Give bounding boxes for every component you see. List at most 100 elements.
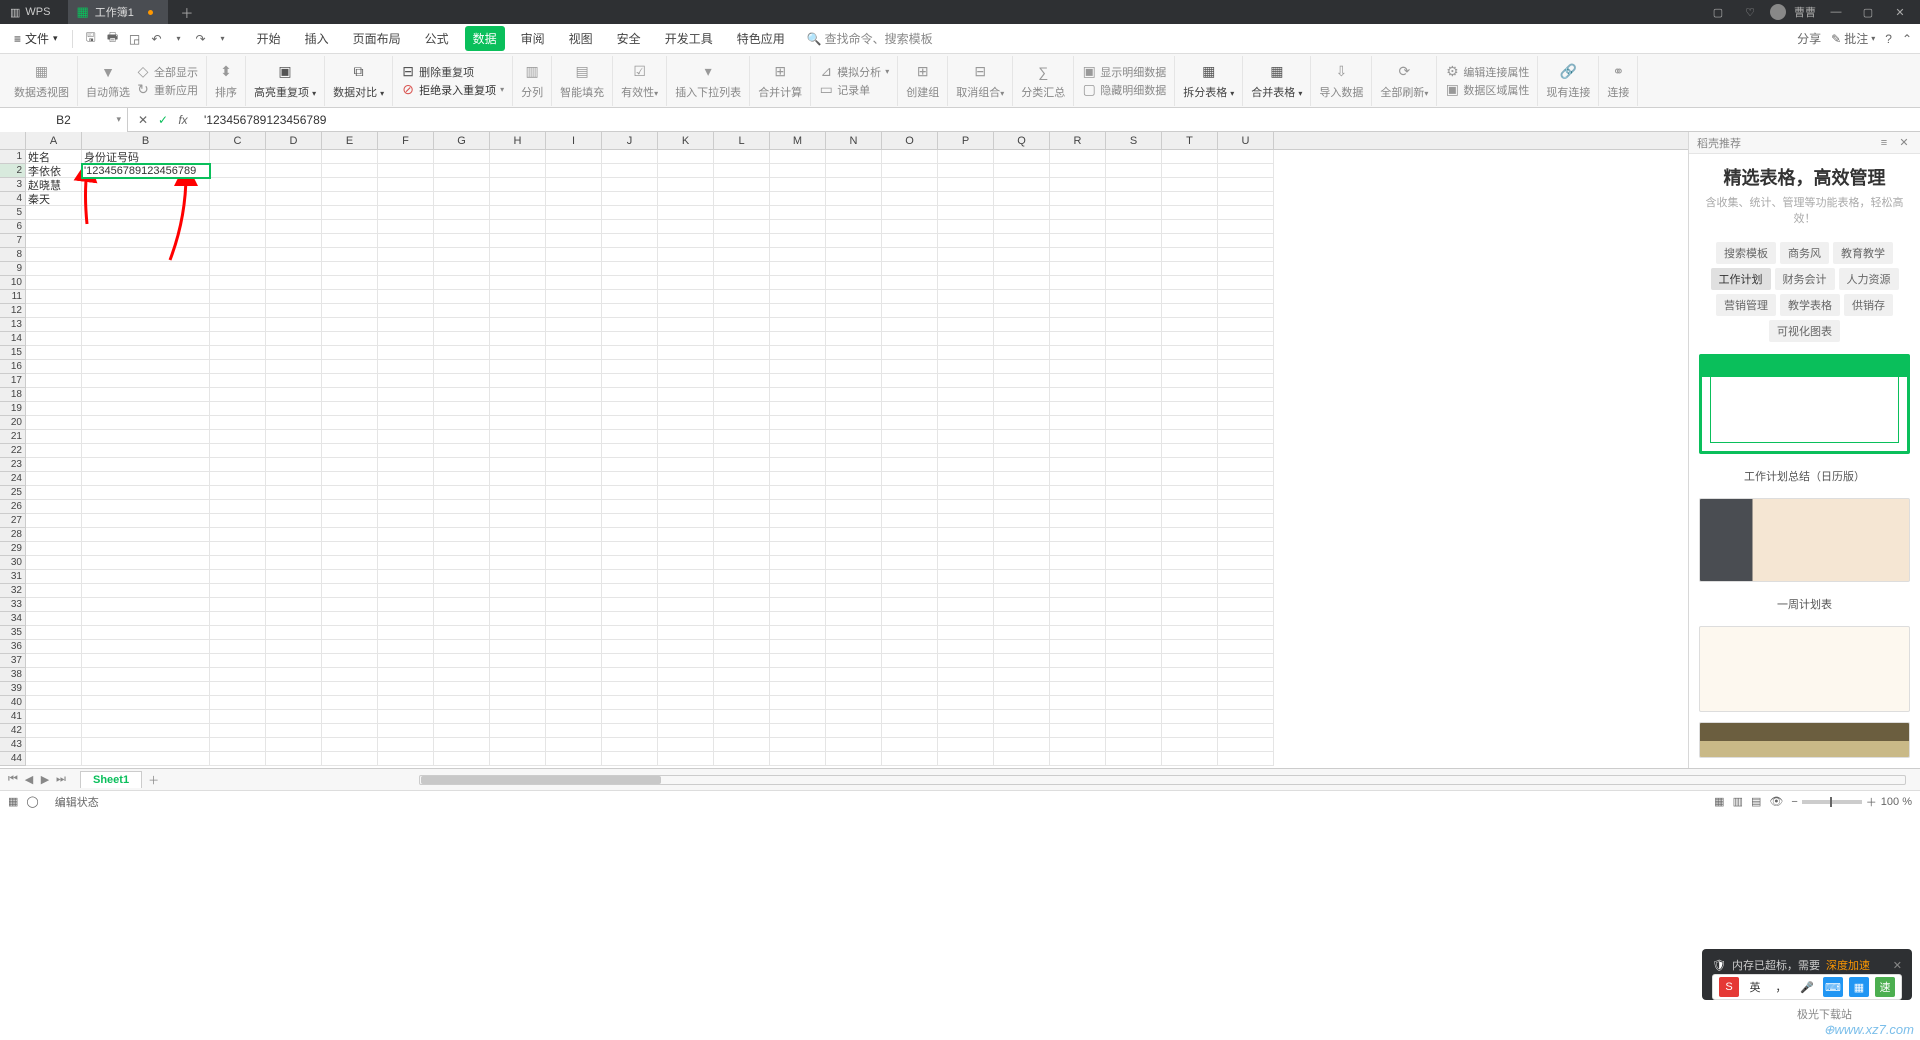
cell-C18[interactable] bbox=[210, 388, 266, 402]
scroll-thumb[interactable] bbox=[421, 776, 661, 784]
cell-E29[interactable] bbox=[322, 542, 378, 556]
cell-O1[interactable] bbox=[882, 150, 938, 164]
cell-F25[interactable] bbox=[378, 486, 434, 500]
cell-S26[interactable] bbox=[1106, 500, 1162, 514]
cell-I43[interactable] bbox=[546, 738, 602, 752]
cell-E39[interactable] bbox=[322, 682, 378, 696]
cell-L20[interactable] bbox=[714, 416, 770, 430]
cell-N14[interactable] bbox=[826, 332, 882, 346]
cell-E11[interactable] bbox=[322, 290, 378, 304]
cell-U17[interactable] bbox=[1218, 374, 1274, 388]
category-6[interactable]: 营销管理 bbox=[1716, 294, 1776, 316]
cell-T17[interactable] bbox=[1162, 374, 1218, 388]
cell-T24[interactable] bbox=[1162, 472, 1218, 486]
cell-K6[interactable] bbox=[658, 220, 714, 234]
cell-F23[interactable] bbox=[378, 458, 434, 472]
cell-C35[interactable] bbox=[210, 626, 266, 640]
cell-U9[interactable] bbox=[1218, 262, 1274, 276]
cell-L19[interactable] bbox=[714, 402, 770, 416]
cell-G28[interactable] bbox=[434, 528, 490, 542]
cell-H21[interactable] bbox=[490, 430, 546, 444]
tab-data[interactable]: 数据 bbox=[465, 26, 505, 51]
cell-C31[interactable] bbox=[210, 570, 266, 584]
cell-E18[interactable] bbox=[322, 388, 378, 402]
cell-J30[interactable] bbox=[602, 556, 658, 570]
cell-G26[interactable] bbox=[434, 500, 490, 514]
cell-C2[interactable] bbox=[210, 164, 266, 178]
rb-dropdown[interactable]: ▾插入下拉列表 bbox=[667, 56, 750, 106]
cell-Q32[interactable] bbox=[994, 584, 1050, 598]
redo-button[interactable]: ↷ bbox=[191, 29, 211, 49]
cell-E1[interactable] bbox=[322, 150, 378, 164]
cell-P22[interactable] bbox=[938, 444, 994, 458]
cell-Q36[interactable] bbox=[994, 640, 1050, 654]
cell-P14[interactable] bbox=[938, 332, 994, 346]
cell-F18[interactable] bbox=[378, 388, 434, 402]
cell-Q15[interactable] bbox=[994, 346, 1050, 360]
cell-I35[interactable] bbox=[546, 626, 602, 640]
cell-Q26[interactable] bbox=[994, 500, 1050, 514]
cell-S30[interactable] bbox=[1106, 556, 1162, 570]
cell-Q9[interactable] bbox=[994, 262, 1050, 276]
cell-T28[interactable] bbox=[1162, 528, 1218, 542]
cell-R2[interactable] bbox=[1050, 164, 1106, 178]
column-header-I[interactable]: I bbox=[546, 132, 602, 149]
cell-J21[interactable] bbox=[602, 430, 658, 444]
cell-T16[interactable] bbox=[1162, 360, 1218, 374]
cell-R17[interactable] bbox=[1050, 374, 1106, 388]
cell-A34[interactable] bbox=[26, 612, 82, 626]
cell-J40[interactable] bbox=[602, 696, 658, 710]
ime-logo-icon[interactable]: S bbox=[1719, 977, 1739, 997]
cell-R28[interactable] bbox=[1050, 528, 1106, 542]
name-box[interactable]: B2 bbox=[0, 108, 128, 132]
cell-G14[interactable] bbox=[434, 332, 490, 346]
cell-N32[interactable] bbox=[826, 584, 882, 598]
cell-D24[interactable] bbox=[266, 472, 322, 486]
cell-M44[interactable] bbox=[770, 752, 826, 766]
cell-K12[interactable] bbox=[658, 304, 714, 318]
cell-P6[interactable] bbox=[938, 220, 994, 234]
zoom-out-button[interactable]: − bbox=[1791, 796, 1797, 808]
cell-M26[interactable] bbox=[770, 500, 826, 514]
cell-B21[interactable] bbox=[82, 430, 210, 444]
cell-M13[interactable] bbox=[770, 318, 826, 332]
cell-F15[interactable] bbox=[378, 346, 434, 360]
cell-D35[interactable] bbox=[266, 626, 322, 640]
cell-F31[interactable] bbox=[378, 570, 434, 584]
cell-G20[interactable] bbox=[434, 416, 490, 430]
cell-F42[interactable] bbox=[378, 724, 434, 738]
rb-text2col[interactable]: ▥分列 bbox=[513, 56, 552, 106]
cell-P15[interactable] bbox=[938, 346, 994, 360]
cell-G19[interactable] bbox=[434, 402, 490, 416]
cell-A43[interactable] bbox=[26, 738, 82, 752]
cell-B32[interactable] bbox=[82, 584, 210, 598]
cell-U23[interactable] bbox=[1218, 458, 1274, 472]
cell-D22[interactable] bbox=[266, 444, 322, 458]
cell-Q40[interactable] bbox=[994, 696, 1050, 710]
column-header-B[interactable]: B bbox=[82, 132, 210, 149]
cell-J32[interactable] bbox=[602, 584, 658, 598]
cell-Q42[interactable] bbox=[994, 724, 1050, 738]
cell-N24[interactable] bbox=[826, 472, 882, 486]
cell-U10[interactable] bbox=[1218, 276, 1274, 290]
cell-N2[interactable] bbox=[826, 164, 882, 178]
cell-S24[interactable] bbox=[1106, 472, 1162, 486]
cell-E4[interactable] bbox=[322, 192, 378, 206]
cell-D44[interactable] bbox=[266, 752, 322, 766]
row-header-1[interactable]: 1 bbox=[0, 150, 26, 164]
cell-C41[interactable] bbox=[210, 710, 266, 724]
cell-I4[interactable] bbox=[546, 192, 602, 206]
cell-H26[interactable] bbox=[490, 500, 546, 514]
cell-E19[interactable] bbox=[322, 402, 378, 416]
row-header-13[interactable]: 13 bbox=[0, 318, 26, 332]
cell-J31[interactable] bbox=[602, 570, 658, 584]
cell-D21[interactable] bbox=[266, 430, 322, 444]
cell-D12[interactable] bbox=[266, 304, 322, 318]
cell-F32[interactable] bbox=[378, 584, 434, 598]
cell-I33[interactable] bbox=[546, 598, 602, 612]
cell-R25[interactable] bbox=[1050, 486, 1106, 500]
cell-F10[interactable] bbox=[378, 276, 434, 290]
cell-G11[interactable] bbox=[434, 290, 490, 304]
cell-J16[interactable] bbox=[602, 360, 658, 374]
cell-J8[interactable] bbox=[602, 248, 658, 262]
